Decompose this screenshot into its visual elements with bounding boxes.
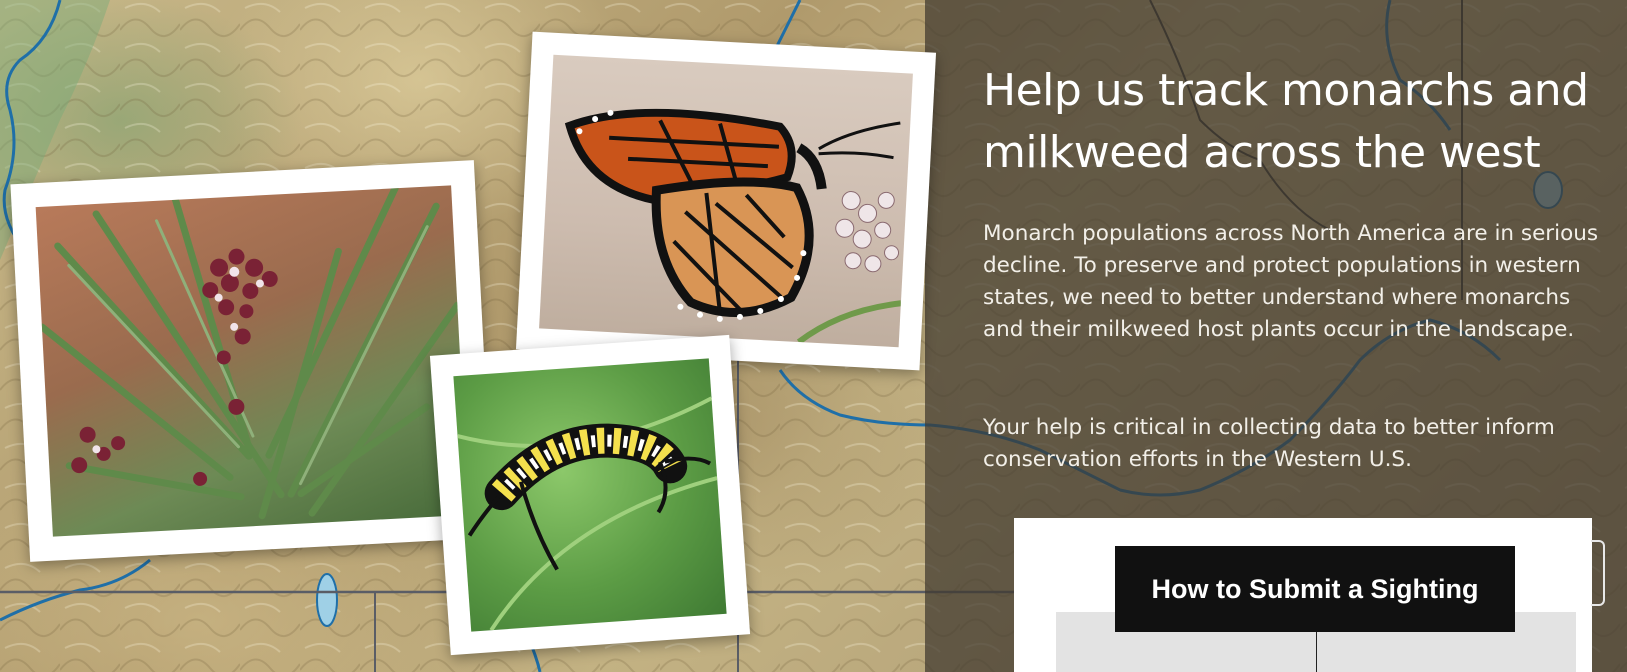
photo-caterpillar <box>429 334 751 656</box>
hero-headline: Help us track monarchs and milkweed acro… <box>983 65 1589 178</box>
scroll-edge-tab[interactable] <box>1591 540 1605 606</box>
hero-paragraph-decline: Monarch populations across North America… <box>983 221 1599 342</box>
hero-paragraph-help: Your help is critical in collecting data… <box>983 415 1555 472</box>
milkweed-illustration <box>38 185 461 520</box>
caterpillar-image <box>453 358 727 632</box>
photo-milkweed <box>10 160 494 562</box>
lake-shape <box>316 573 338 627</box>
photo-monarch-butterfly <box>515 31 937 371</box>
butterfly-illustration <box>564 108 902 345</box>
butterfly-image <box>539 54 913 348</box>
how-to-submit-sighting-button[interactable]: How to Submit a Sighting <box>1115 546 1515 632</box>
caterpillar-illustration <box>457 396 718 632</box>
card-divider <box>1316 632 1317 672</box>
hero-banner: Help us track monarchs and milkweed acro… <box>0 0 1627 672</box>
milkweed-image <box>35 185 469 537</box>
